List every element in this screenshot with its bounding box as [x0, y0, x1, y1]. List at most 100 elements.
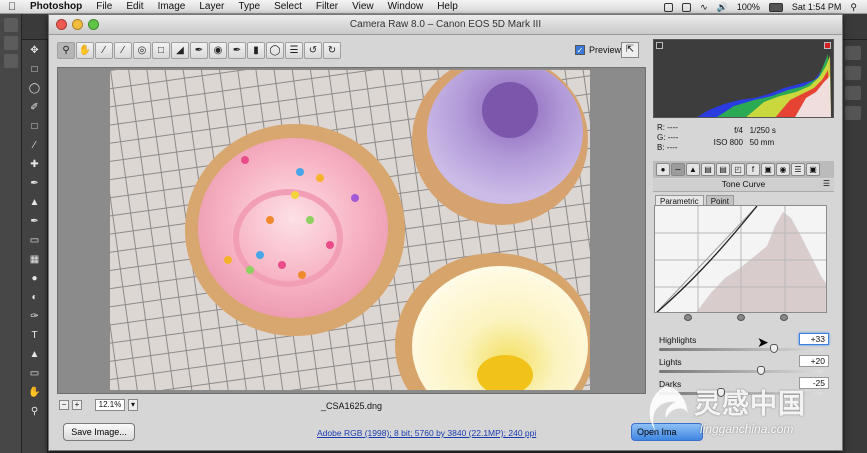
radial-filter-icon[interactable]: ◯: [266, 42, 284, 59]
stamp-tool-icon[interactable]: ▲: [27, 196, 43, 210]
workflow-options-link[interactable]: Adobe RGB (1998); 8 bit; 5760 by 3840 (2…: [317, 428, 536, 438]
tab-basic-icon[interactable]: ●: [656, 163, 670, 176]
zoom-out-button[interactable]: −: [59, 400, 69, 410]
lights-value-field[interactable]: +20: [799, 355, 829, 367]
zoom-icon[interactable]: ⚲: [57, 42, 75, 59]
clock[interactable]: Sat 1:54 PM: [792, 2, 842, 12]
split-handle-highlights[interactable]: [780, 314, 788, 321]
preview-checkbox[interactable]: ✓: [575, 45, 585, 55]
quick-select-icon[interactable]: ✐: [27, 101, 43, 115]
color-sampler-icon[interactable]: ⁄: [114, 42, 132, 59]
highlight-clipping-toggle[interactable]: [824, 42, 831, 49]
menu-type[interactable]: Type: [238, 1, 260, 12]
straighten-icon[interactable]: ◢: [171, 42, 189, 59]
tab-presets-icon[interactable]: ☰: [791, 163, 805, 176]
menu-view[interactable]: View: [352, 1, 374, 12]
menu-window[interactable]: Window: [388, 1, 424, 12]
dock-icon[interactable]: [3, 36, 18, 50]
pen-tool-icon[interactable]: ✑: [27, 310, 43, 324]
path-select-icon[interactable]: ▲: [27, 348, 43, 362]
tab-tone-curve-icon[interactable]: ∼: [671, 163, 685, 176]
adjustment-brush-icon[interactable]: ✒: [228, 42, 246, 59]
menu-edit[interactable]: Edit: [126, 1, 143, 12]
menu-help[interactable]: Help: [437, 1, 458, 12]
move-tool-icon[interactable]: ✥: [27, 44, 43, 58]
brush-tool-icon[interactable]: ✒: [27, 177, 43, 191]
marquee-tool-icon[interactable]: □: [27, 63, 43, 77]
split-handle-midtones[interactable]: [737, 314, 745, 321]
lights-thumb[interactable]: [756, 366, 765, 375]
gradient-tool-icon[interactable]: ▦: [27, 253, 43, 267]
target-adjust-icon[interactable]: ◎: [133, 42, 151, 59]
blur-tool-icon[interactable]: ●: [27, 272, 43, 286]
zoom-tool-icon[interactable]: ⚲: [27, 405, 43, 419]
panel-icon[interactable]: [845, 66, 861, 80]
menu-filter[interactable]: Filter: [316, 1, 338, 12]
white-balance-icon[interactable]: ⁄: [95, 42, 113, 59]
panel-icon[interactable]: [845, 46, 861, 60]
spotlight-icon[interactable]: ⚲: [850, 2, 857, 13]
rotate-ccw-icon[interactable]: ↺: [304, 42, 322, 59]
zoom-dropdown-icon[interactable]: ▾: [128, 399, 138, 411]
tab-calibration-icon[interactable]: ▣: [761, 163, 775, 176]
dock-icon[interactable]: [3, 18, 18, 32]
type-tool-icon[interactable]: T: [27, 329, 43, 343]
shadow-clipping-toggle[interactable]: [656, 42, 663, 49]
panel-menu-icon[interactable]: ☰: [823, 179, 830, 188]
minimize-button[interactable]: [72, 19, 83, 30]
highlights-value-field[interactable]: +33: [799, 333, 829, 345]
dock-icon[interactable]: [3, 54, 18, 68]
highlights-track[interactable]: [659, 348, 823, 351]
r-label: R:: [657, 123, 665, 132]
menu-layer[interactable]: Layer: [199, 1, 224, 12]
menu-file[interactable]: File: [96, 1, 112, 12]
tone-curve-graph[interactable]: [654, 205, 827, 313]
panel-icon[interactable]: [845, 86, 861, 100]
graduated-filter-icon[interactable]: ▮: [247, 42, 265, 59]
hand-tool-icon[interactable]: ✋: [27, 386, 43, 400]
rotate-cw-icon[interactable]: ↻: [323, 42, 341, 59]
dodge-tool-icon[interactable]: ◐: [27, 291, 43, 305]
healing-tool-icon[interactable]: ✚: [27, 158, 43, 172]
tab-split-toning-icon[interactable]: ▤: [716, 163, 730, 176]
volume-icon[interactable]: 🔊: [717, 2, 728, 13]
status-icon[interactable]: [664, 2, 674, 12]
tab-snapshots-icon[interactable]: ▣: [806, 163, 820, 176]
crop-tool-icon[interactable]: □: [27, 120, 43, 134]
tab-lens-icon[interactable]: ◰: [731, 163, 745, 176]
app-menu[interactable]: Photoshop: [30, 1, 82, 12]
tab-camera-icon[interactable]: ◉: [776, 163, 790, 176]
close-button[interactable]: [56, 19, 67, 30]
battery-status[interactable]: 100%: [737, 2, 760, 12]
wifi-icon[interactable]: ∿: [700, 2, 708, 13]
fullscreen-toggle-icon[interactable]: ⇱: [621, 42, 639, 58]
lasso-tool-icon[interactable]: ◯: [27, 82, 43, 96]
apple-menu-icon[interactable]: : [8, 1, 20, 13]
spot-removal-icon[interactable]: ✒: [190, 42, 208, 59]
split-handle-shadows[interactable]: [684, 314, 692, 321]
red-eye-icon[interactable]: ◉: [209, 42, 227, 59]
zoom-button[interactable]: [88, 19, 99, 30]
save-image-button[interactable]: Save Image...: [63, 423, 135, 441]
highlights-thumb[interactable]: [769, 344, 778, 353]
tab-detail-icon[interactable]: ▲: [686, 163, 700, 176]
zoom-in-button[interactable]: +: [72, 400, 82, 410]
panel-icon[interactable]: [845, 106, 861, 120]
menu-image[interactable]: Image: [158, 1, 186, 12]
hand-icon[interactable]: ✋: [76, 42, 94, 59]
eraser-tool-icon[interactable]: ▭: [27, 234, 43, 248]
dialog-titlebar: Camera Raw 8.0 – Canon EOS 5D Mark III: [49, 15, 842, 35]
tab-hsl-icon[interactable]: ▤: [701, 163, 715, 176]
menu-select[interactable]: Select: [274, 1, 302, 12]
bluetooth-icon[interactable]: [682, 2, 692, 12]
lights-track[interactable]: [659, 370, 823, 373]
crop-icon[interactable]: □: [152, 42, 170, 59]
panel-title: Tone Curve: [721, 179, 766, 189]
tab-fx-icon[interactable]: f: [746, 163, 760, 176]
preview-toggle[interactable]: ✓ Preview: [575, 45, 621, 55]
history-brush-icon[interactable]: ✒: [27, 215, 43, 229]
shape-tool-icon[interactable]: ▭: [27, 367, 43, 381]
eyedropper-tool-icon[interactable]: ⁄: [27, 139, 43, 153]
zoom-level-field[interactable]: 12.1%: [95, 399, 125, 411]
preferences-icon[interactable]: ☰: [285, 42, 303, 59]
